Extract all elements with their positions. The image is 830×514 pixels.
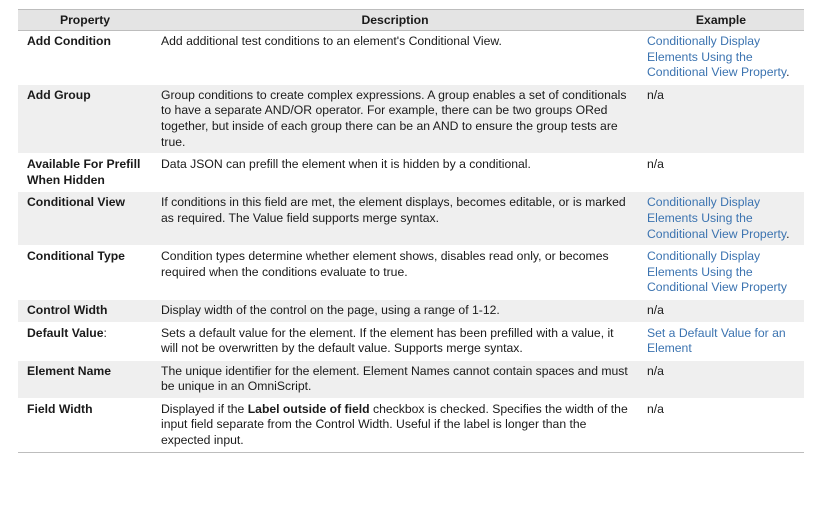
example-cell: Conditionally Display Elements Using the… (638, 30, 804, 85)
property-suffix: : (103, 325, 107, 340)
property-cell: Control Width (18, 299, 152, 323)
example-cell: Set a Default Value for an Element (638, 322, 804, 361)
example-cell: Conditionally Display Elements Using the… (638, 245, 804, 300)
table-row: Field Width Displayed if the Label outsi… (18, 398, 804, 453)
property-cell: Add Condition (18, 30, 152, 85)
description-cell: Display width of the control on the page… (152, 299, 638, 323)
table-row: Available For Prefill When Hidden Data J… (18, 153, 804, 193)
table-row: Default Value: Sets a default value for … (18, 322, 804, 361)
property-cell: Available For Prefill When Hidden (18, 153, 152, 193)
description-text: Displayed if the (161, 401, 248, 416)
property-cell: Field Width (18, 398, 152, 453)
example-link[interactable]: Set a Default Value for an Element (647, 326, 786, 356)
description-cell: The unique identifier for the element. E… (152, 360, 638, 399)
description-cell: Sets a default value for the element. If… (152, 322, 638, 361)
example-link[interactable]: Conditionally Display Elements Using the… (647, 34, 786, 79)
table-header-row: Property Description Example (18, 9, 804, 31)
table-row: Conditional View If conditions in this f… (18, 191, 804, 247)
property-cell: Conditional Type (18, 245, 152, 300)
description-cell: Condition types determine whether elemen… (152, 245, 638, 300)
header-property: Property (18, 9, 152, 31)
example-cell: n/a (638, 398, 804, 453)
property-label: Default Value (27, 325, 104, 340)
example-suffix: . (786, 226, 790, 241)
example-suffix: . (786, 65, 790, 80)
table-row: Add Group Group conditions to create com… (18, 84, 804, 155)
description-cell: Data JSON can prefill the element when i… (152, 153, 638, 193)
table-row: Add Condition Add additional test condit… (18, 30, 804, 85)
description-cell: Add additional test conditions to an ele… (152, 30, 638, 85)
example-cell: n/a (638, 360, 804, 399)
property-cell: Element Name (18, 360, 152, 399)
properties-table: Property Description Example Add Conditi… (18, 9, 804, 453)
example-cell: n/a (638, 84, 804, 155)
property-cell: Conditional View (18, 191, 152, 247)
description-cell: Displayed if the Label outside of field … (152, 398, 638, 453)
header-description: Description (152, 9, 638, 31)
description-bold: Label outside of field (247, 401, 370, 416)
example-cell: n/a (638, 153, 804, 193)
example-link[interactable]: Conditionally Display Elements Using the… (647, 249, 787, 294)
table-row: Control Width Display width of the contr… (18, 299, 804, 323)
table-row: Conditional Type Condition types determi… (18, 245, 804, 300)
example-cell: Conditionally Display Elements Using the… (638, 191, 804, 247)
example-cell: n/a (638, 299, 804, 323)
property-cell: Default Value: (18, 322, 152, 361)
property-cell: Add Group (18, 84, 152, 155)
description-cell: Group conditions to create complex expre… (152, 84, 638, 155)
table-row: Element Name The unique identifier for t… (18, 360, 804, 399)
description-cell: If conditions in this field are met, the… (152, 191, 638, 247)
example-link[interactable]: Conditionally Display Elements Using the… (647, 195, 786, 240)
header-example: Example (638, 9, 804, 31)
